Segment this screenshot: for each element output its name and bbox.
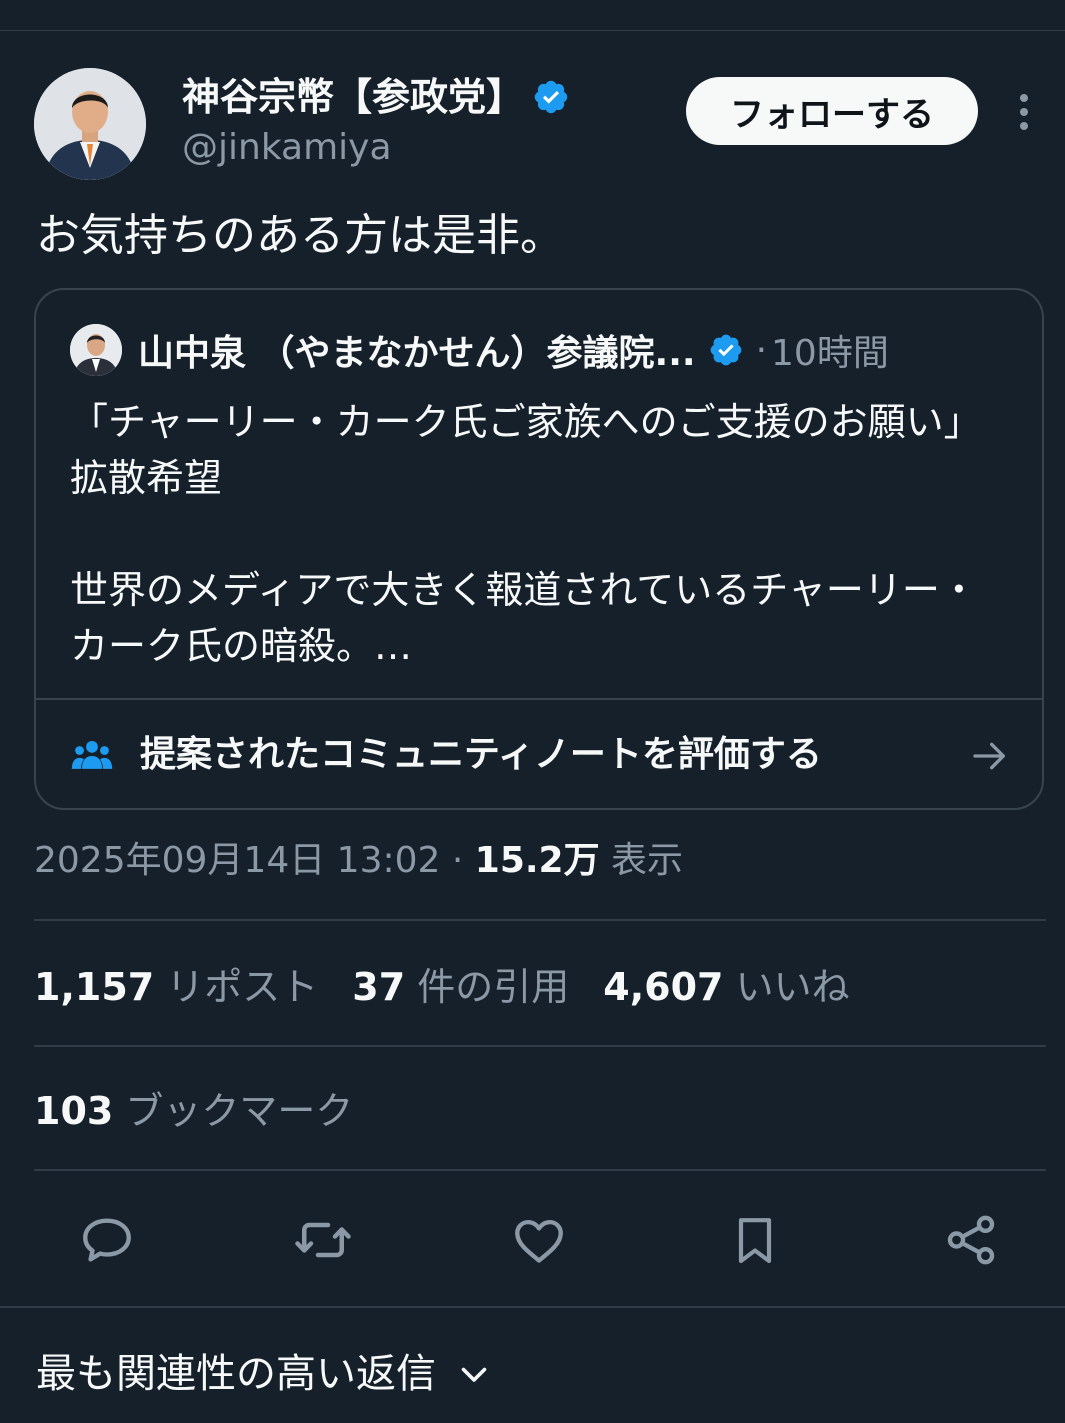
author-avatar[interactable] (34, 68, 146, 180)
quotes-count: 37 (352, 965, 406, 1009)
tweet-meta: 2025年09月14日 13:02 · 15.2万 表示 (34, 834, 683, 888)
arrow-right-icon (973, 742, 1005, 770)
replies-sort-label: 最も関連性の高い返信 (36, 1351, 436, 1397)
engagement-stats: 1,157 リポスト 37 件の引用 4,607 いいね (34, 960, 884, 1014)
bookmark-icon[interactable] (725, 1210, 785, 1270)
chevron-down-icon (461, 1367, 487, 1382)
quoted-separator: · (755, 329, 768, 371)
quoted-tweet-card[interactable]: 山中泉 （やまなかせん）参議院... · 10時間 「チャーリー・カーク氏ご家族… (34, 288, 1044, 810)
like-icon[interactable] (509, 1210, 569, 1270)
repost-arrows-icon (295, 1222, 351, 1258)
views-label: 表示 (599, 840, 684, 881)
views-count: 15.2万 (474, 840, 600, 881)
follow-button[interactable]: フォローする (686, 77, 978, 145)
divider-after-bookmarks (34, 1169, 1046, 1171)
quoted-body-paragraph-1: 「チャーリー・カーク氏ご家族へのご支援のお願い」拡散希望 (70, 400, 982, 500)
likes-count: 4,607 (603, 965, 724, 1009)
likes-label: いいね (723, 965, 850, 1009)
quoted-author-avatar[interactable] (70, 324, 122, 376)
author-avatar-image (34, 68, 146, 180)
reply-bubble-icon (83, 1218, 131, 1262)
reply-icon[interactable] (77, 1210, 137, 1270)
bookmarks-count: 103 (34, 1089, 114, 1133)
meta-separator: · (440, 840, 475, 881)
divider-after-stats (34, 1045, 1046, 1047)
bookmarks-label: ブックマーク (113, 1089, 354, 1133)
action-bar (0, 1200, 1065, 1280)
quoted-body-paragraph-2: 世界のメディアで大きく報道されているチャーリー・カーク氏の暗殺。… (70, 568, 978, 668)
quoted-header: 山中泉 （やまなかせん）参議院... · 10時間 (138, 322, 889, 378)
reposts-stat[interactable]: 1,157 リポスト (34, 960, 318, 1014)
quotes-stat[interactable]: 37 件の引用 (352, 960, 569, 1014)
author-name-row: 神谷宗幣【参政党】 (182, 74, 570, 120)
author-handle[interactable]: @jinkamiya (182, 126, 392, 170)
bookmarks-stat: 103 ブックマーク (34, 1084, 353, 1138)
divider-before-replies (0, 1306, 1065, 1308)
replies-sort-dropdown[interactable]: 最も関連性の高い返信 (36, 1346, 492, 1402)
tweet-text: お気持ちのある方は是非。 (36, 210, 564, 261)
tweet-header: 神谷宗幣【参政党】 @jinkamiya フォローする (0, 60, 1065, 190)
more-options-icon[interactable] (1008, 90, 1040, 134)
top-divider (0, 30, 1065, 31)
community-note-label: 提案されたコミュニティノートを評価する (140, 734, 822, 775)
quoted-display-name[interactable]: 山中泉 （やまなかせん）参議院... (138, 324, 696, 376)
community-note-prompt[interactable]: 提案されたコミュニティノートを評価する (36, 700, 1042, 808)
reposts-count: 1,157 (34, 965, 155, 1009)
repost-icon[interactable] (293, 1210, 353, 1270)
share-nodes-icon (947, 1215, 995, 1265)
quotes-label: 件の引用 (405, 965, 570, 1009)
verified-badge-icon[interactable] (532, 78, 570, 116)
divider-after-meta (34, 919, 1046, 921)
quoted-verified-badge-icon[interactable] (708, 332, 744, 368)
likes-stat[interactable]: 4,607 いいね (603, 960, 849, 1014)
author-display-name[interactable]: 神谷宗幣【参政党】 (182, 74, 524, 120)
more-dots-icon (1020, 94, 1028, 130)
quoted-time-ago[interactable]: 10時間 (771, 324, 889, 376)
share-icon[interactable] (941, 1210, 1001, 1270)
community-people-icon (71, 740, 113, 769)
quoted-avatar-image (70, 324, 122, 376)
heart-icon (515, 1219, 563, 1263)
bookmark-ribbon-icon (738, 1218, 772, 1264)
quoted-body: 「チャーリー・カーク氏ご家族へのご支援のお願い」拡散希望 世界のメディアで大きく… (70, 394, 1010, 674)
tweet-timestamp[interactable]: 2025年09月14日 13:02 (34, 840, 440, 881)
reposts-label: リポスト (154, 965, 319, 1009)
